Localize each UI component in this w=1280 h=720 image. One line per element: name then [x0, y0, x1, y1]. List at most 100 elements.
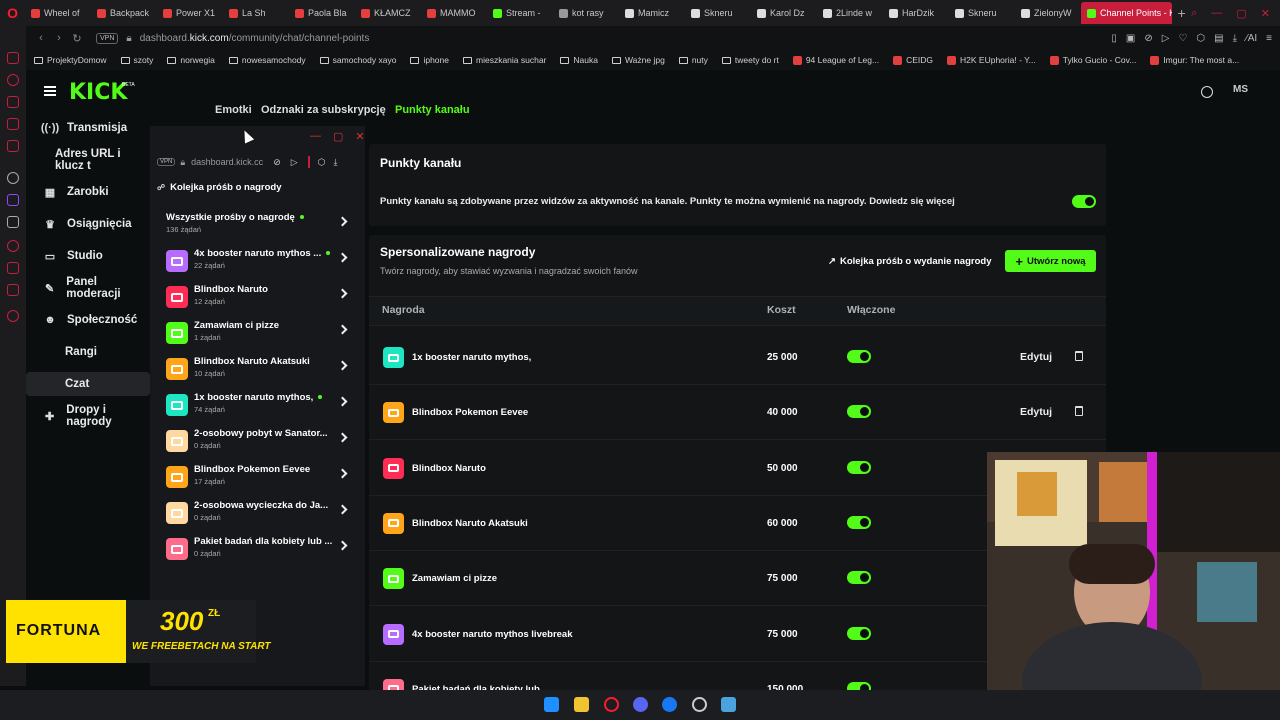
notepad-icon[interactable]	[721, 697, 736, 712]
forward-button[interactable]: ›	[50, 32, 68, 44]
bookmark-12[interactable]: CEIDG	[893, 55, 933, 65]
popup-maximize-button[interactable]: ▢	[333, 130, 343, 143]
tab-11[interactable]: Karol Dz	[751, 2, 817, 24]
bookmark-9[interactable]: nuty	[678, 55, 708, 65]
bookmark-8[interactable]: Ważne jpg	[611, 55, 665, 65]
edit-button[interactable]: Edytuj	[1020, 351, 1052, 363]
reward-queue-button[interactable]: ↗ Kolejka próśb o wydanie nagrody	[822, 251, 997, 272]
reward-enabled-toggle[interactable]	[847, 626, 871, 640]
extensions-cube-icon[interactable]: ⬡	[1196, 33, 1205, 44]
tab-8[interactable]: kot rasy	[553, 2, 619, 24]
nav-item-1[interactable]: Adres URL i klucz t	[26, 148, 150, 172]
tab-active[interactable]: Channel Points - K	[1081, 2, 1172, 24]
bookmark-5[interactable]: iphone	[410, 55, 449, 65]
tab-14[interactable]: Skneru	[949, 2, 1015, 24]
queue-item[interactable]: Pakiet badań dla kobiety lub ... 0 żądań	[166, 534, 352, 568]
tab-13[interactable]: HarDzik	[883, 2, 949, 24]
reward-enabled-toggle[interactable]	[847, 350, 871, 363]
nav-item-0[interactable]: ((·)) Transmisja	[26, 116, 150, 140]
queue-item[interactable]: 2-osobowy pobyt w Sanator... 0 żądań	[166, 426, 352, 460]
queue-item[interactable]: Blindbox Pokemon Eevee 17 żądań	[166, 462, 352, 496]
nav-item-6[interactable]: ☻ Społeczność	[26, 308, 150, 332]
popup-player-icon[interactable]: ▷	[291, 157, 298, 168]
reward-enabled-toggle[interactable]	[847, 460, 871, 474]
maximize-button[interactable]: ▢	[1236, 7, 1246, 20]
gallery-icon[interactable]: ▤	[1214, 33, 1223, 44]
menu-icon[interactable]: ≡	[1266, 33, 1272, 44]
sidebar-settings-icon[interactable]	[7, 310, 19, 322]
nav-item-9[interactable]: ✚ Dropy i nagrody	[26, 404, 150, 428]
obs-icon[interactable]	[692, 697, 707, 712]
popup-close-button[interactable]: ✕	[355, 130, 364, 143]
x-twitter-icon[interactable]	[7, 216, 19, 228]
queue-item[interactable]: Blindbox Naruto 12 żądań	[166, 282, 352, 316]
nav-item-2[interactable]: ▦ Zarobki	[26, 180, 150, 204]
queue-item[interactable]: Blindbox Naruto Akatsuki 10 żądań	[166, 354, 352, 388]
tab-7[interactable]: Stream -	[487, 2, 553, 24]
pin-icon[interactable]	[7, 262, 19, 274]
wallet-icon[interactable]	[7, 140, 19, 152]
new-tab-button[interactable]: +	[1172, 5, 1191, 21]
bookmark-4[interactable]: samochody xayo	[319, 55, 396, 65]
opera-taskbar-icon[interactable]	[604, 697, 619, 712]
queue-item[interactable]: 2-osobowa wycieczka do Ja... 0 żądań	[166, 498, 352, 532]
bookmark-2[interactable]: norwegia	[167, 55, 215, 65]
bookmark-7[interactable]: Nauka	[560, 55, 598, 65]
minimize-button[interactable]: —	[1211, 7, 1222, 20]
bookmarks-icon[interactable]	[7, 96, 19, 108]
twitch-icon[interactable]	[7, 194, 19, 206]
tab-5[interactable]: KŁAMCZ	[355, 2, 421, 24]
channel-points-toggle[interactable]	[1072, 195, 1096, 208]
tab-2[interactable]: Power X1	[157, 2, 223, 24]
facebook-icon[interactable]	[662, 697, 677, 712]
reward-enabled-toggle[interactable]	[847, 515, 871, 529]
bookmark-0[interactable]: ProjektyDomow	[34, 55, 107, 65]
history-icon[interactable]	[7, 74, 19, 86]
queue-item-all[interactable]: Wszystkie prośby o nagrodę 136 żądań	[166, 210, 352, 244]
discord-icon[interactable]	[633, 697, 648, 712]
lock-icon[interactable]: 🔒︎	[126, 33, 131, 44]
messenger-icon[interactable]	[7, 118, 19, 130]
reward-enabled-toggle[interactable]	[847, 405, 871, 419]
nav-item-4[interactable]: ▭ Studio	[26, 244, 150, 268]
subnav-sub-badges[interactable]: Odznaki za subskrypcję	[261, 104, 386, 116]
hamburger-menu-icon[interactable]	[44, 86, 56, 96]
bookmark-13[interactable]: H2K EUphoria! - Y...	[947, 55, 1036, 65]
queue-item[interactable]: Zamawiam ci pizze 1 żądań	[166, 318, 352, 352]
tab-4[interactable]: Paola Bla	[289, 2, 355, 24]
reload-button[interactable]: ↻	[68, 32, 86, 45]
nav-item-7[interactable]: Rangi	[26, 340, 150, 364]
trash-icon[interactable]	[1075, 406, 1083, 417]
opera-logo-icon[interactable]: O	[0, 0, 25, 26]
tab-12[interactable]: 2Linde w	[817, 2, 883, 24]
popup-minimize-button[interactable]: —	[310, 130, 321, 143]
tab-9[interactable]: Mamicz	[619, 2, 685, 24]
heart-icon[interactable]: ♡	[1178, 33, 1187, 44]
nav-item-3[interactable]: ♛ Osiągnięcia	[26, 212, 150, 236]
tab-10[interactable]: Skneru	[685, 2, 751, 24]
windows-start-icon[interactable]	[544, 697, 559, 712]
tab-1[interactable]: Backpack	[91, 2, 157, 24]
close-window-button[interactable]: ✕	[1261, 7, 1270, 20]
queue-item[interactable]: 1x booster naruto mythos, 74 żądań	[166, 390, 352, 424]
bookmark-14[interactable]: Tylko Gucio - Cov...	[1049, 55, 1136, 65]
bookmark-icon[interactable]: ▯	[1111, 33, 1117, 44]
snapshot-icon[interactable]: ▣	[1126, 33, 1135, 44]
nav-item-8[interactable]: Czat	[26, 372, 150, 396]
edit-button[interactable]: Edytuj	[1020, 406, 1052, 418]
reward-enabled-toggle[interactable]	[847, 571, 871, 585]
tab-6[interactable]: MAMMO	[421, 2, 487, 24]
bookmark-6[interactable]: mieszkania suchar	[463, 55, 546, 65]
player-icon[interactable]: ▷	[1162, 33, 1170, 44]
popup-url[interactable]: dashboard.kick.cc	[191, 157, 263, 167]
bookmark-15[interactable]: Imgur: The most a...	[1150, 55, 1239, 65]
popup-adblock-icon[interactable]: ⊘	[273, 157, 281, 168]
adblock-icon[interactable]: ⊘	[1144, 33, 1152, 44]
bookmark-11[interactable]: 94 League of Leg...	[792, 55, 879, 65]
search-tabs-icon[interactable]: ⌕	[1191, 7, 1197, 20]
subnav-channel-points[interactable]: Punkty kanału	[395, 104, 470, 116]
kick-logo[interactable]: KICK	[69, 80, 127, 105]
bookmark-10[interactable]: tweety do rt	[721, 55, 779, 65]
settings-icon[interactable]	[7, 172, 19, 184]
aria-icon[interactable]: ⁄AI	[1246, 33, 1257, 44]
